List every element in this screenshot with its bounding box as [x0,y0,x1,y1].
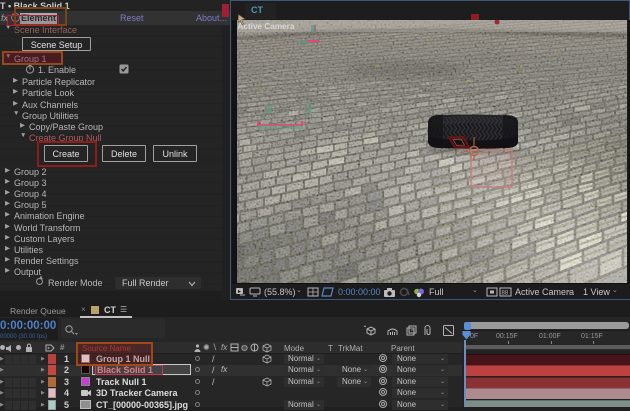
svg-text:88: 88 [502,291,509,297]
svg-text:Active Camera: Active Camera [238,22,295,31]
